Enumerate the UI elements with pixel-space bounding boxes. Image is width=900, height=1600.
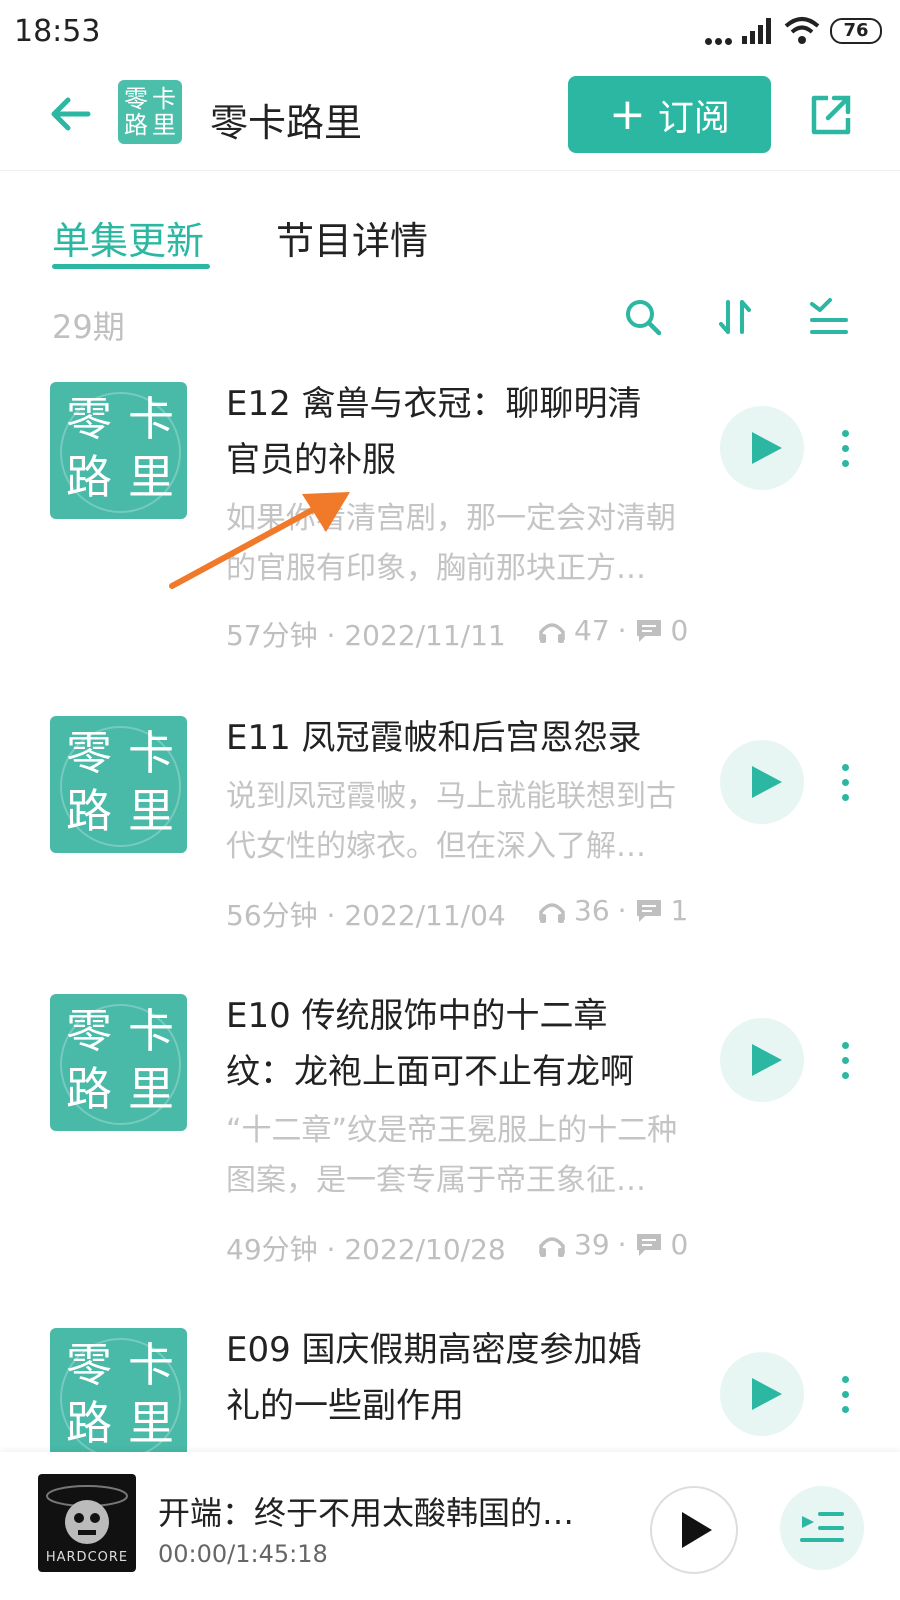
episode-cover[interactable]: 零 卡 路 里	[50, 1328, 187, 1465]
comment-count: 0	[670, 1228, 689, 1261]
more-options-icon[interactable]	[842, 430, 850, 475]
listen-count: 47	[574, 614, 610, 647]
listen-count: 39	[574, 1228, 610, 1261]
now-playing-cover[interactable]: HARDCORE	[38, 1474, 136, 1572]
cellular-signal-icon	[742, 18, 776, 44]
episode-meta: 56分钟 · 2022/11/04	[226, 899, 506, 932]
episode-title[interactable]: E10 传统服饰中的十二章纹：龙袍上面可不止有龙啊	[226, 988, 666, 1100]
episode-stats: 47 · 0	[538, 614, 688, 647]
play-icon	[752, 766, 782, 798]
episode-stats: 36 · 1	[538, 894, 688, 927]
annotation-arrow	[169, 492, 350, 589]
play-button[interactable]	[720, 1352, 804, 1436]
podcast-title: 零卡路里	[210, 101, 363, 145]
wifi-icon	[784, 17, 820, 44]
playlist-button[interactable]	[780, 1486, 864, 1570]
more-options-icon[interactable]	[842, 764, 850, 809]
listen-count: 36	[574, 894, 610, 927]
battery-indicator: 76	[830, 18, 882, 44]
playlist-icon	[800, 1512, 844, 1542]
podcast-logo: 零 卡 路 里	[118, 80, 182, 144]
episode-count: 29期	[52, 308, 125, 346]
mini-play-button[interactable]	[650, 1486, 738, 1574]
episode-description: 说到凤冠霞帔，马上就能联想到古代女性的嫁衣。但在深入了解…	[226, 779, 676, 864]
episode-cover[interactable]: 零 卡 路 里	[50, 994, 187, 1131]
headphones-icon	[539, 1236, 565, 1257]
search-icon[interactable]	[622, 296, 664, 338]
status-bar: 18:53 76	[0, 0, 900, 62]
sort-icon[interactable]	[714, 296, 756, 338]
play-button[interactable]	[720, 740, 804, 824]
subscribe-button[interactable]: + 订阅	[568, 76, 771, 153]
play-button[interactable]	[720, 406, 804, 490]
active-tab-indicator	[52, 264, 210, 269]
subscribe-label: 订阅	[657, 97, 730, 139]
comment-icon	[636, 899, 661, 922]
now-playing-time: 00:00/1:45:18	[158, 1540, 328, 1568]
episode-stats: 39 · 0	[538, 1228, 688, 1261]
now-playing-title[interactable]: 开端：终于不用太酸韩国的鱿…	[158, 1488, 598, 1534]
tab-episodes[interactable]: 单集更新	[52, 210, 204, 265]
episode-cover[interactable]: 零 卡 路 里	[50, 716, 187, 853]
share-icon[interactable]	[808, 92, 854, 138]
episode-title[interactable]: E11 凤冠霞帔和后宫恩怨录	[226, 710, 666, 766]
play-icon	[752, 432, 782, 464]
comment-icon	[636, 619, 661, 642]
back-arrow-icon[interactable]	[48, 92, 92, 136]
filter-list-icon[interactable]	[808, 296, 850, 338]
headphones-icon	[539, 902, 565, 923]
play-icon	[682, 1512, 712, 1548]
episode-title[interactable]: E12 禽兽与衣冠：聊聊明清官员的补服	[226, 376, 666, 488]
signal-dots-icon	[705, 30, 735, 49]
play-button[interactable]	[720, 1018, 804, 1102]
status-time: 18:53	[14, 14, 101, 49]
episode-meta: 57分钟 · 2022/11/11	[226, 619, 506, 652]
episode-description: “十二章”纹是帝王冕服上的十二种图案，是一套专属于帝王象征…	[226, 1113, 678, 1198]
headphones-icon	[539, 622, 565, 643]
comment-count: 0	[670, 614, 689, 647]
tab-details[interactable]: 节目详情	[276, 210, 428, 265]
play-icon	[752, 1378, 782, 1410]
episode-title[interactable]: E09 国庆假期高密度参加婚礼的一些副作用	[226, 1322, 666, 1434]
comment-count: 1	[670, 894, 689, 927]
play-icon	[752, 1044, 782, 1076]
episode-meta: 49分钟 · 2022/10/28	[226, 1233, 506, 1266]
comment-icon	[636, 1233, 661, 1256]
more-options-icon[interactable]	[842, 1042, 850, 1087]
more-options-icon[interactable]	[842, 1376, 850, 1421]
plus-icon: +	[609, 88, 646, 140]
